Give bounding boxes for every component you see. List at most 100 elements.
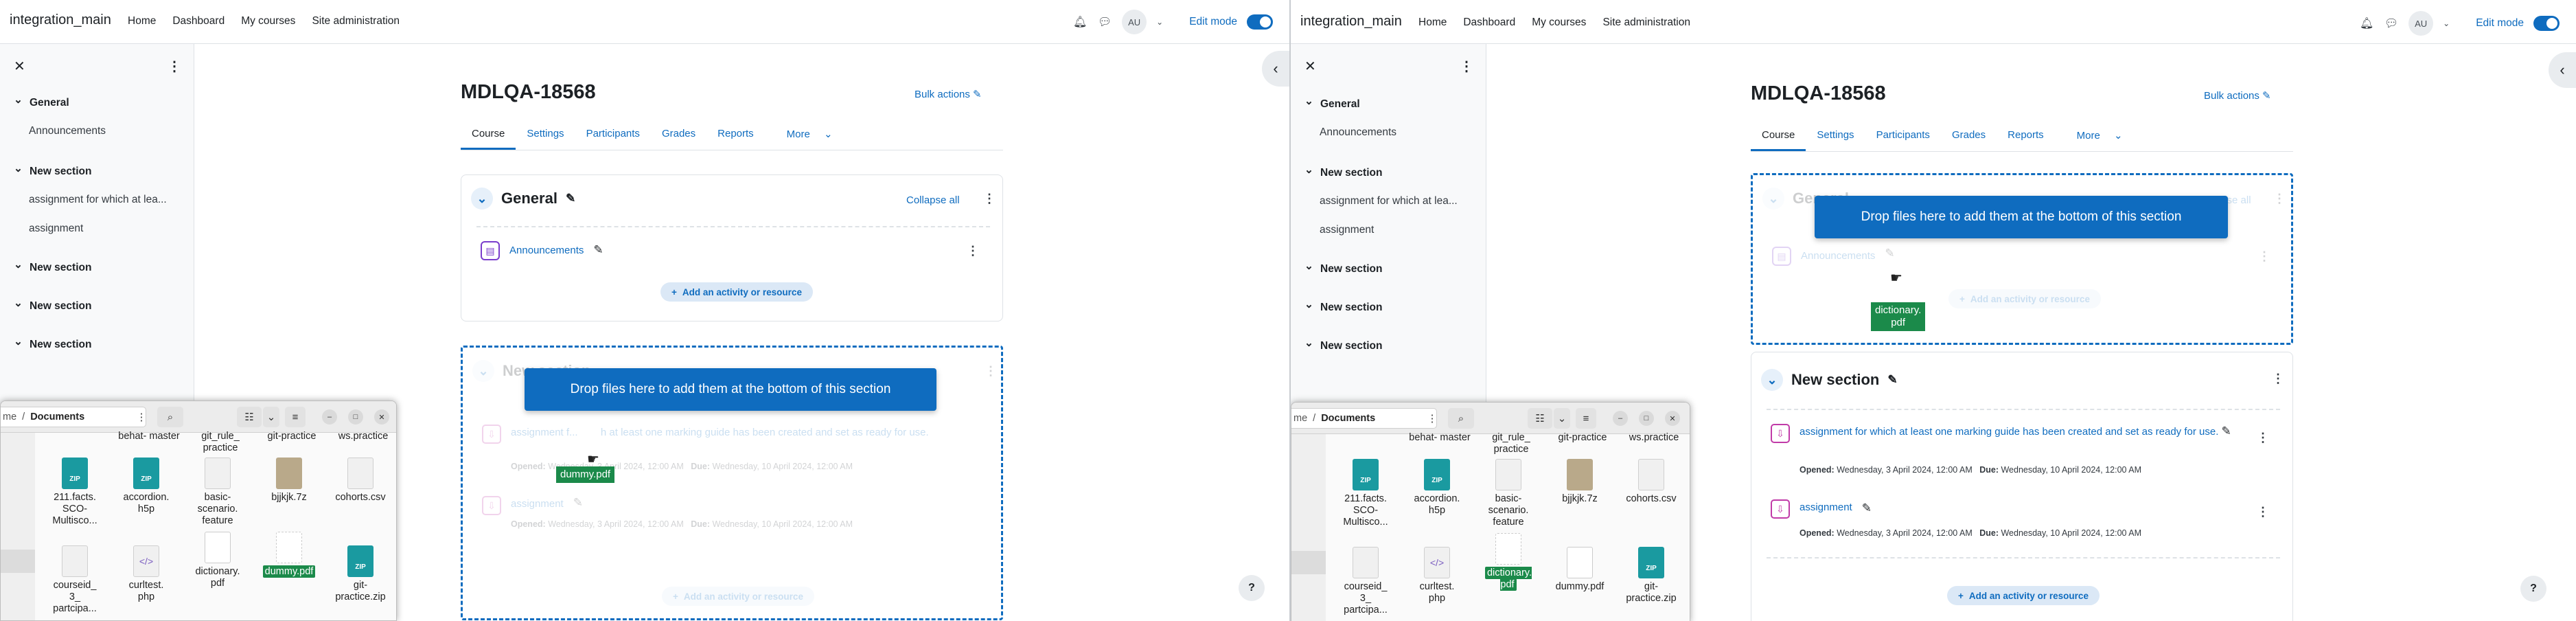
file-item[interactable]: basic- scenario. feature bbox=[1473, 459, 1544, 528]
index-section-general[interactable]: General bbox=[14, 96, 69, 109]
maximize-icon[interactable]: □ bbox=[348, 409, 363, 425]
tab-grades[interactable]: Grades bbox=[651, 124, 706, 150]
index-item-assignment-long[interactable]: assignment for which at lea... bbox=[29, 194, 167, 206]
sidebar-selected[interactable] bbox=[1291, 551, 1326, 574]
index-section-new-1[interactable]: New section bbox=[1304, 166, 1382, 179]
file-item[interactable]: courseid_ 3_ partcipa... bbox=[1330, 547, 1401, 616]
nav-my-courses[interactable]: My courses bbox=[241, 15, 295, 27]
kebab-icon[interactable]: ⋮ bbox=[967, 244, 979, 258]
add-activity-button[interactable]: + Add an activity or resource bbox=[1947, 586, 2100, 605]
activity-link[interactable]: Announcements bbox=[509, 245, 584, 256]
menu-icon[interactable]: ≡ bbox=[1576, 408, 1596, 429]
chevron-left-icon[interactable]: ‹ bbox=[2549, 52, 2576, 88]
file-item[interactable]: cohorts.csv bbox=[1615, 459, 1687, 505]
file-item[interactable]: accordion. h5p bbox=[111, 458, 182, 515]
index-section-new-2[interactable]: New section bbox=[1304, 262, 1382, 275]
close-icon[interactable]: ✕ bbox=[1304, 58, 1316, 75]
kebab-icon[interactable]: ⋮ bbox=[168, 58, 181, 75]
tab-reports[interactable]: Reports bbox=[706, 124, 765, 150]
chevron-down-icon[interactable]: ⌄ bbox=[1156, 17, 1163, 27]
index-section-new-4[interactable]: New section bbox=[14, 338, 91, 351]
chevron-down-icon[interactable]: ⌄ bbox=[2443, 19, 2450, 28]
tab-settings[interactable]: Settings bbox=[1806, 125, 1865, 151]
breadcrumb[interactable]: me / Documents bbox=[1, 407, 146, 427]
breadcrumb-current[interactable]: Documents bbox=[1321, 413, 1375, 424]
file-item[interactable]: git- practice.zip bbox=[325, 545, 396, 603]
nav-site-administration[interactable]: Site administration bbox=[1602, 16, 1690, 29]
chevron-down-icon[interactable]: ⌄ bbox=[263, 407, 279, 427]
index-item-assignment[interactable]: assignment bbox=[29, 223, 83, 235]
chevron-down-icon[interactable]: ⌄ bbox=[472, 360, 494, 382]
file-item[interactable]: bjjkjk.7z bbox=[253, 458, 325, 504]
bell-icon[interactable]: 🔔︎ bbox=[1072, 14, 1088, 30]
pencil-icon[interactable]: ✎ bbox=[1887, 373, 1897, 387]
activity-link[interactable]: Announcements bbox=[1801, 250, 1875, 262]
index-section-new-1[interactable]: New section bbox=[14, 165, 91, 178]
close-icon[interactable]: ✕ bbox=[1665, 411, 1680, 426]
breadcrumb[interactable]: me / Documents bbox=[1291, 408, 1437, 429]
kebab-icon[interactable]: ⋮ bbox=[1460, 58, 1473, 75]
index-section-new-4[interactable]: New section bbox=[1304, 339, 1382, 352]
breadcrumb-current[interactable]: Documents bbox=[30, 411, 84, 422]
kebab-icon[interactable]: ⋮ bbox=[2273, 192, 2286, 206]
chevron-down-icon[interactable]: ⌄ bbox=[1762, 188, 1784, 210]
sidebar-selected[interactable] bbox=[1, 550, 35, 573]
list-view-icon[interactable]: ☷ bbox=[237, 407, 262, 427]
tab-grades[interactable]: Grades bbox=[1941, 125, 1997, 151]
bell-icon[interactable]: 🔔︎ bbox=[2359, 16, 2374, 31]
menu-icon[interactable]: ≡ bbox=[285, 407, 306, 427]
chevron-down-icon[interactable]: ⌄ bbox=[1761, 369, 1783, 391]
pencil-icon[interactable]: ✎ bbox=[1862, 501, 1872, 515]
nav-dashboard[interactable]: Dashboard bbox=[172, 15, 225, 27]
kebab-icon[interactable]: ⋮ bbox=[1425, 411, 1440, 426]
chat-icon[interactable]: 💬︎ bbox=[2384, 16, 2399, 31]
kebab-icon[interactable]: ⋮ bbox=[134, 409, 149, 425]
site-name[interactable]: integration_main bbox=[1300, 14, 1402, 30]
pencil-icon[interactable]: ✎ bbox=[2222, 425, 2231, 438]
file-item[interactable]: </> curltest. php bbox=[1401, 547, 1473, 605]
file-item[interactable]: dummy.pdf bbox=[1544, 547, 1615, 593]
file-item-partial[interactable]: behat- master bbox=[1404, 432, 1475, 444]
close-icon[interactable]: ✕ bbox=[14, 58, 25, 75]
file-item-partial[interactable]: behat- master bbox=[113, 431, 185, 442]
tab-settings[interactable]: Settings bbox=[516, 124, 575, 150]
file-item[interactable]: git- practice.zip bbox=[1615, 547, 1687, 605]
file-item-partial[interactable]: ws.practice bbox=[1618, 432, 1690, 444]
activity-link[interactable]: assignment bbox=[511, 498, 564, 510]
avatar[interactable]: AU bbox=[1122, 10, 1147, 34]
file-item[interactable]: </> curltest. php bbox=[111, 545, 182, 603]
chevron-down-icon[interactable]: ⌄ bbox=[471, 188, 493, 210]
index-item-assignment[interactable]: assignment bbox=[1320, 224, 1374, 236]
avatar[interactable]: AU bbox=[2408, 11, 2434, 36]
nav-my-courses[interactable]: My courses bbox=[1532, 16, 1586, 29]
breadcrumb-prefix[interactable]: me bbox=[3, 411, 16, 422]
file-item[interactable]: dictionary. pdf bbox=[182, 532, 253, 589]
index-section-general[interactable]: General bbox=[1304, 98, 1360, 111]
collapse-all-link[interactable]: Collapse all bbox=[906, 194, 960, 206]
list-view-icon[interactable]: ☷ bbox=[1528, 408, 1552, 429]
pencil-icon[interactable]: ✎ bbox=[566, 192, 575, 205]
index-section-new-3[interactable]: New section bbox=[14, 300, 91, 313]
add-activity-button[interactable]: + Add an activity or resource bbox=[660, 282, 813, 302]
add-activity-button[interactable]: + Add an activity or resource bbox=[1948, 289, 2101, 308]
section-new-droptarget[interactable]: ⌄ New section ⋮ ⇩ assignment f... h at l… bbox=[461, 346, 1003, 620]
file-item-selected[interactable]: dummy.pdf bbox=[253, 532, 325, 578]
nav-home[interactable]: Home bbox=[128, 15, 156, 27]
help-icon[interactable]: ? bbox=[1239, 575, 1265, 601]
file-item[interactable]: 211.facts. SCO- Multisco... bbox=[1330, 459, 1401, 528]
tab-more[interactable]: More ⌄ bbox=[2055, 125, 2134, 151]
tab-reports[interactable]: Reports bbox=[1997, 125, 2055, 151]
search-icon[interactable]: ⌕ bbox=[1448, 408, 1474, 429]
file-item-partial[interactable]: git_rule_ practice bbox=[1475, 432, 1547, 455]
index-item-assignment-long[interactable]: assignment for which at lea... bbox=[1320, 195, 1458, 207]
nav-home[interactable]: Home bbox=[1418, 16, 1447, 29]
bulk-actions-button[interactable]: Bulk actions ✎ bbox=[915, 88, 982, 100]
tab-participants[interactable]: Participants bbox=[575, 124, 651, 150]
close-icon[interactable]: ✕ bbox=[374, 409, 389, 425]
pencil-icon[interactable]: ✎ bbox=[1885, 247, 1894, 260]
file-item[interactable]: 211.facts. SCO- Multisco... bbox=[39, 458, 111, 527]
file-item[interactable]: cohorts.csv bbox=[325, 458, 396, 504]
minimize-icon[interactable]: – bbox=[322, 409, 337, 425]
bulk-actions-button[interactable]: Bulk actions ✎ bbox=[2204, 89, 2271, 102]
pencil-icon[interactable]: ✎ bbox=[573, 496, 583, 510]
